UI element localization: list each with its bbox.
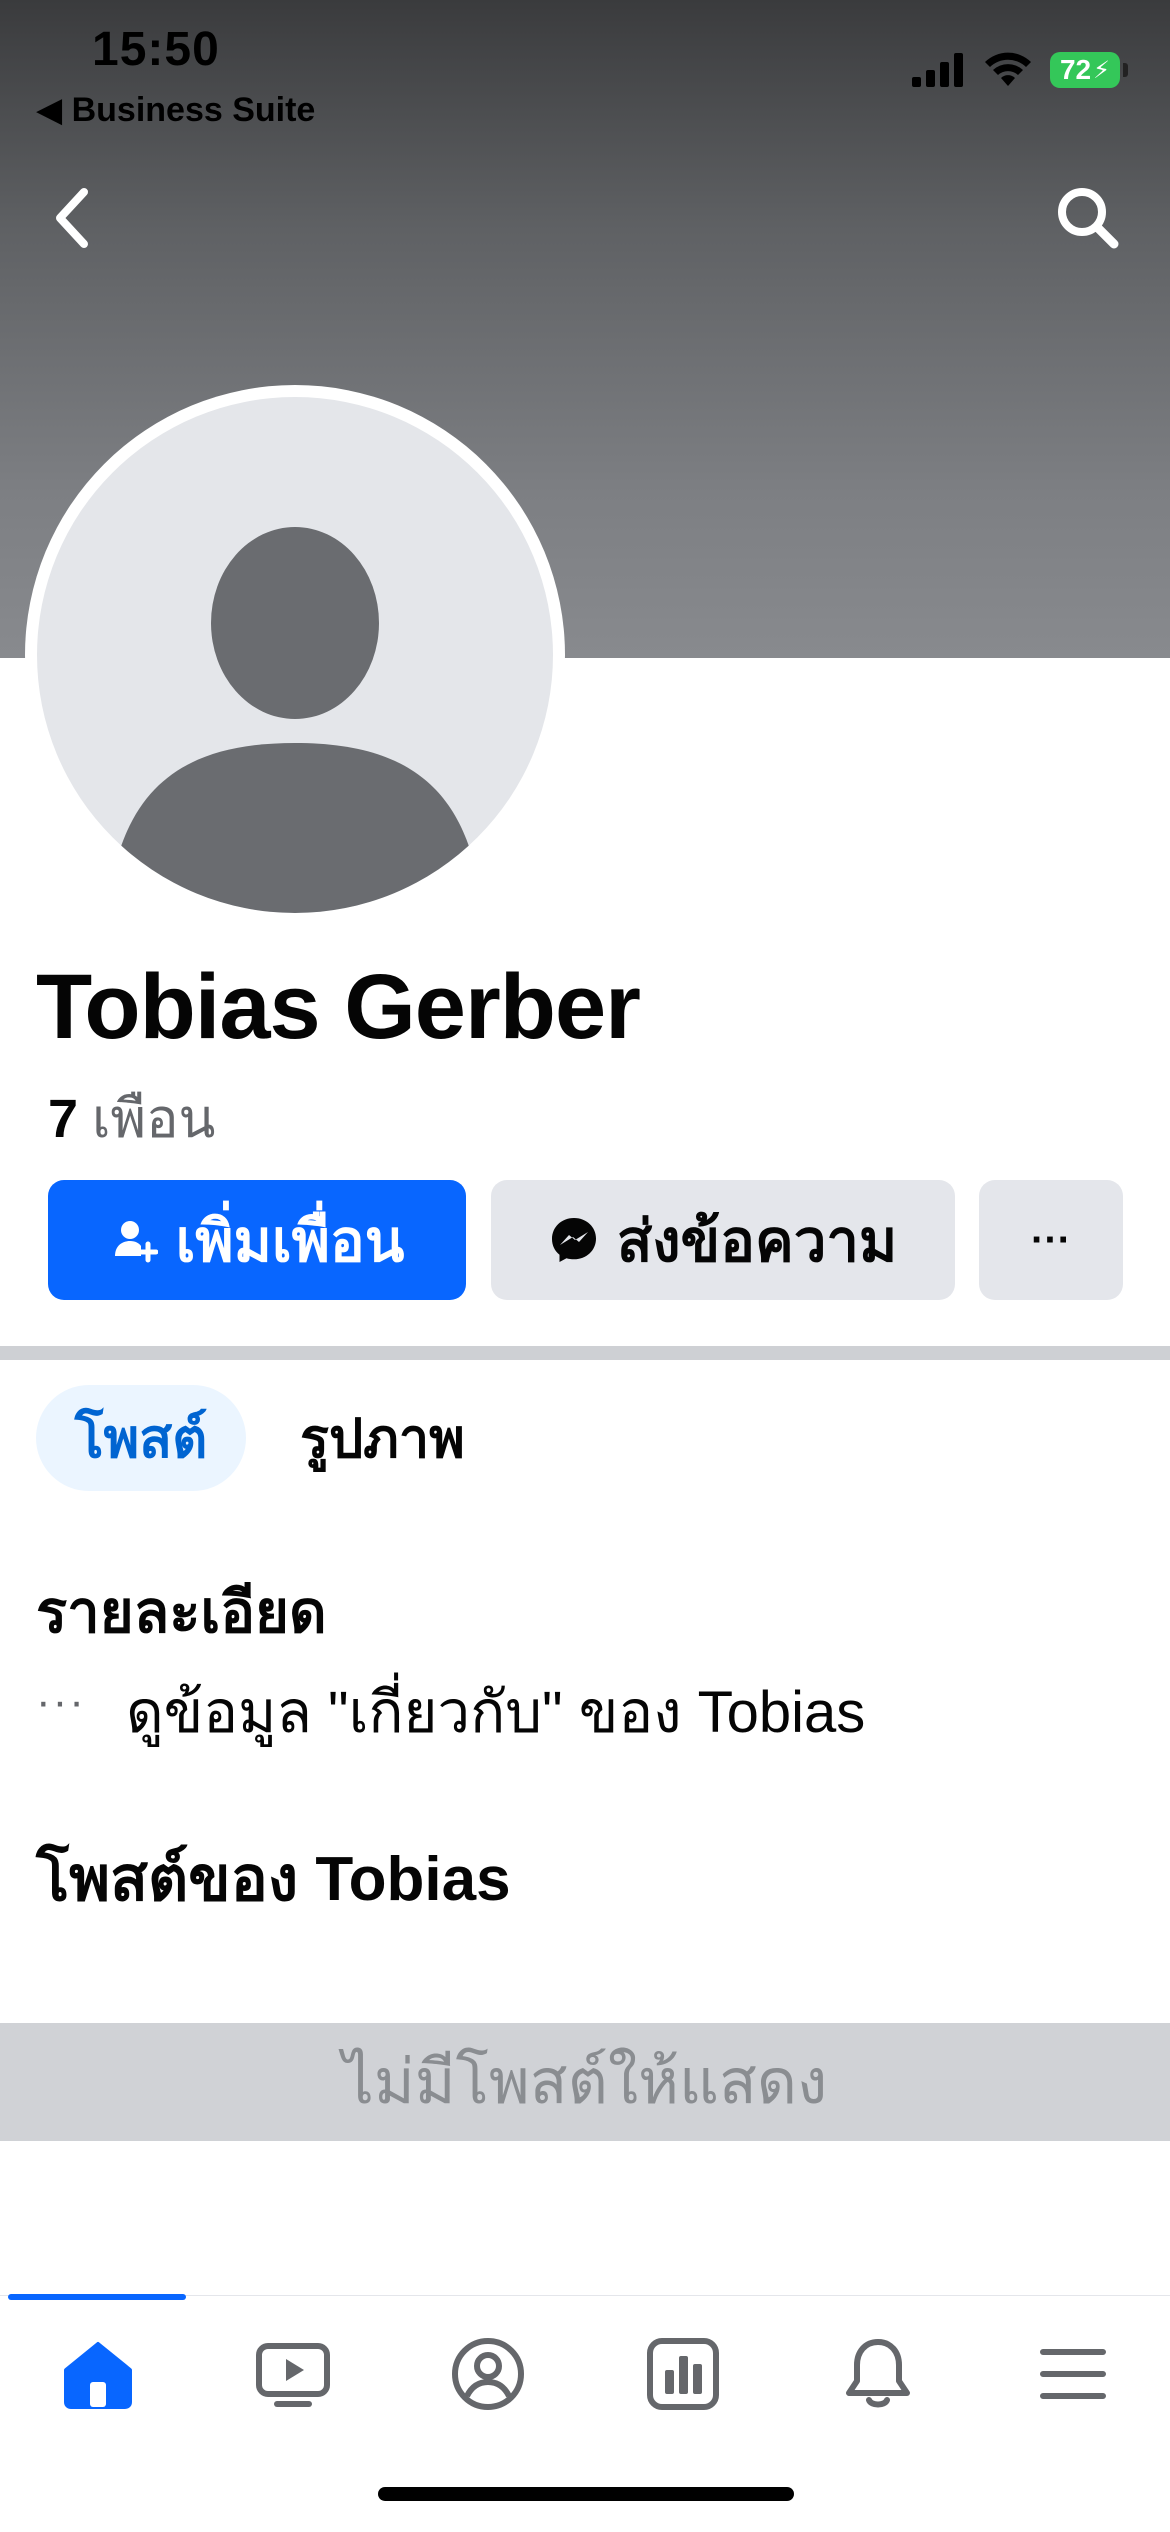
section-divider — [0, 1346, 1170, 1360]
tab-photos-label: รูปภาพ — [300, 1409, 465, 1469]
cellular-signal-icon — [912, 53, 963, 87]
video-icon[interactable] — [253, 2334, 333, 2414]
battery-icon: 72 ⚡ — [1050, 52, 1128, 88]
about-link-row[interactable]: ··· ดูข้อมูล "เกี่ยวกับ" ของ Tobias — [36, 1665, 865, 1758]
tab-photos[interactable]: รูปภาพ — [300, 1385, 465, 1491]
add-friend-button[interactable]: เพิ่มเพื่อน — [48, 1180, 466, 1300]
search-icon[interactable] — [1050, 180, 1126, 256]
profile-name: Tobias Gerber — [36, 956, 641, 1058]
details-title: รายละเอียด — [36, 1580, 327, 1645]
no-posts-banner: ไม่มีโพสต์ให้แสดง — [0, 2023, 1170, 2141]
about-link[interactable]: ดูข้อมูล "เกี่ยวกับ" ของ Tobias — [126, 1665, 865, 1758]
active-tab-indicator — [8, 2294, 186, 2300]
more-icon: ··· — [1031, 1217, 1071, 1262]
tab-posts[interactable]: โพสต์ — [36, 1385, 246, 1491]
add-friend-label: เพิ่มเพื่อน — [175, 1208, 405, 1274]
more-options-button[interactable]: ··· — [979, 1180, 1123, 1300]
more-dots-icon: ··· — [36, 1676, 86, 1726]
profile-icon[interactable] — [448, 2334, 528, 2414]
bottom-nav — [0, 2294, 1170, 2446]
status-icons: 72 ⚡ — [912, 52, 1128, 88]
home-icon[interactable] — [58, 2334, 138, 2414]
status-time: 15:50 — [92, 23, 220, 76]
profile-avatar[interactable] — [25, 385, 565, 925]
back-arrow-icon[interactable] — [44, 180, 100, 256]
dashboard-icon[interactable] — [643, 2334, 723, 2414]
message-button[interactable]: ส่งข้อความ — [491, 1180, 955, 1300]
posts-title: โพสต์ของ Tobias — [36, 1845, 511, 1914]
message-label: ส่งข้อความ — [616, 1208, 898, 1274]
tab-posts-label: โพสต์ — [74, 1409, 208, 1469]
bell-icon[interactable] — [838, 2334, 918, 2414]
default-avatar-icon — [115, 527, 475, 913]
no-posts-message: ไม่มีโพสต์ให้แสดง — [342, 2048, 828, 2117]
friends-count-number: 7 — [48, 1089, 79, 1149]
back-to-app-link[interactable]: ◀ Business Suite — [36, 90, 315, 130]
wifi-icon — [985, 52, 1031, 86]
add-friend-icon — [114, 1221, 158, 1263]
battery-level: 72 — [1059, 54, 1092, 85]
friends-count-label: เพือน — [92, 1089, 216, 1149]
messenger-icon — [551, 1218, 596, 1262]
home-indicator[interactable] — [378, 2487, 794, 2501]
menu-icon[interactable] — [1033, 2334, 1113, 2414]
friends-count[interactable]: 7 เพือน — [48, 1075, 215, 1161]
